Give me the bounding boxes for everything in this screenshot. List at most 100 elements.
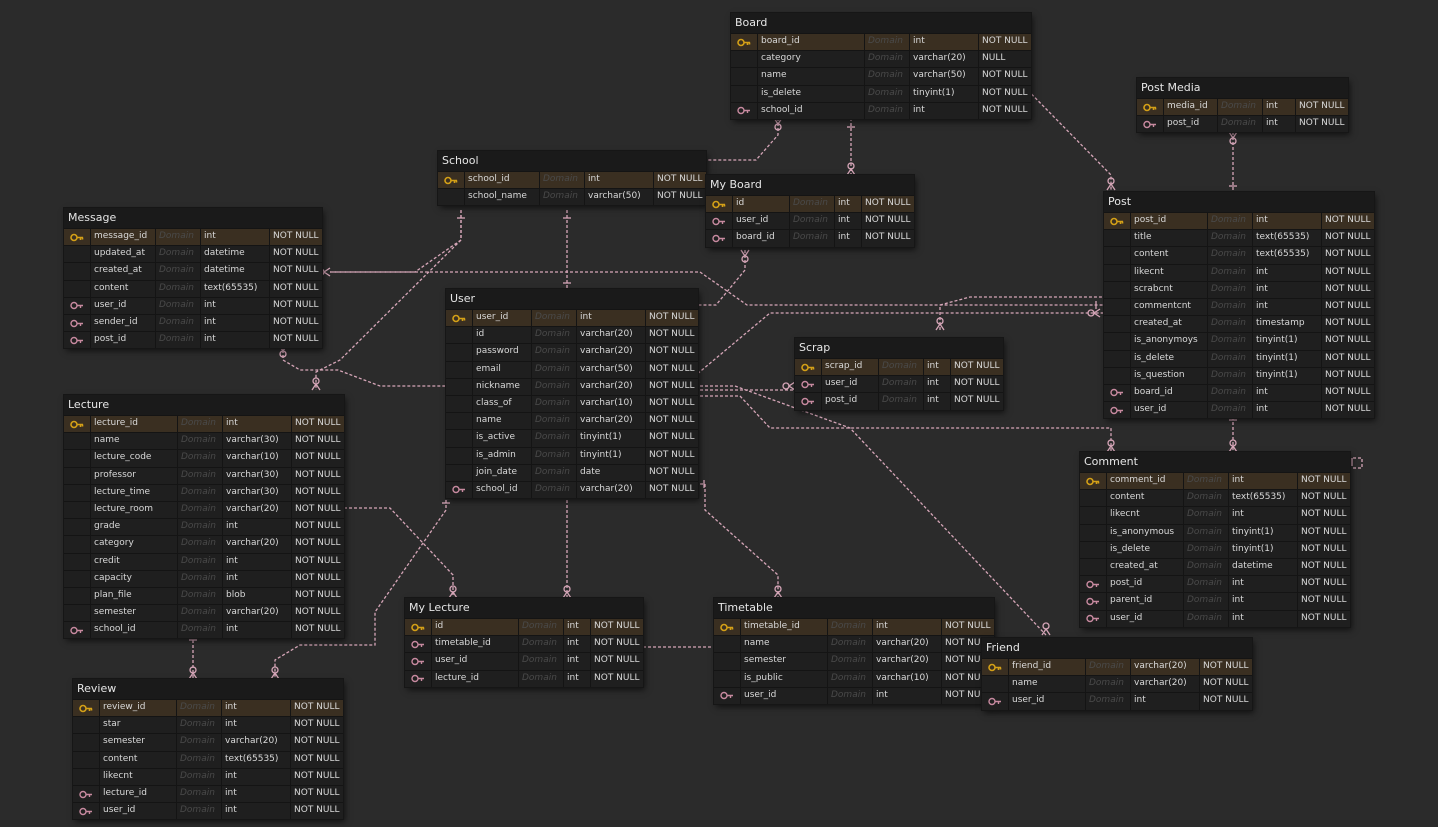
table-scrap[interactable]: Scrap scrap_id Domain int NOT NULL user_id Dom… — [795, 338, 1003, 410]
table-row[interactable]: category Domain varchar(20) NULL — [731, 50, 1031, 68]
table-title[interactable]: Friend — [982, 638, 1252, 658]
table-row[interactable]: commentcnt Domain int NOT NULL — [1104, 297, 1374, 316]
table-row[interactable]: lecture_time Domain varchar(30) NOT NULL — [64, 483, 344, 501]
table-title[interactable]: Board — [731, 13, 1031, 33]
table-row[interactable]: comment_id Domain int NOT NULL — [1080, 472, 1350, 490]
table-row[interactable]: timetable_id Domain int NOT NULL — [714, 618, 994, 636]
table-row[interactable]: id Domain int NOT NULL — [706, 195, 914, 213]
table-row[interactable]: category Domain varchar(20) NOT NULL — [64, 535, 344, 553]
table-row[interactable]: user_id Domain int NOT NULL — [1080, 609, 1350, 627]
table-row[interactable]: post_id Domain int NOT NULL — [795, 392, 1003, 410]
table-row[interactable]: user_id Domain int NOT NULL — [714, 686, 994, 704]
table-title[interactable]: My Lecture — [405, 598, 643, 618]
table-row[interactable]: scrap_id Domain int NOT NULL — [795, 358, 1003, 376]
table-row[interactable]: school_id Domain int NOT NULL — [731, 101, 1031, 119]
table-row[interactable]: is_active Domain tinyint(1) NOT NULL — [446, 429, 698, 447]
table-row[interactable]: is_admin Domain tinyint(1) NOT NULL — [446, 446, 698, 464]
table-row[interactable]: id Domain int NOT NULL — [405, 618, 643, 636]
table-board[interactable]: Board board_id Domain int NOT NULL category Do… — [731, 13, 1031, 119]
table-row[interactable]: is_question Domain tinyint(1) NOT NULL — [1104, 366, 1374, 384]
table-row[interactable]: user_id Domain int NOT NULL — [1104, 401, 1374, 419]
table-row[interactable]: is_delete Domain tinyint(1) NOT NULL — [1104, 349, 1374, 367]
table-row[interactable]: lecture_code Domain varchar(10) NOT NULL — [64, 449, 344, 467]
table-row[interactable]: board_id Domain int NOT NULL — [731, 33, 1031, 51]
table-row[interactable]: scrabcnt Domain int NOT NULL — [1104, 280, 1374, 298]
table-row[interactable]: is_public Domain varchar(10) NOT NULL — [714, 669, 994, 687]
table-timetable[interactable]: Timetable timetable_id Domain int NOT NULL na… — [714, 598, 994, 704]
table-row[interactable]: created_at Domain timestamp NOT NULL — [1104, 315, 1374, 333]
table-row[interactable]: user_id Domain int NOT NULL — [795, 375, 1003, 393]
table-row[interactable]: semester Domain varchar(20) NOT NULL — [73, 733, 343, 751]
table-my-board[interactable]: My Board id Domain int NOT NULL user_id Domain… — [706, 175, 914, 247]
table-row[interactable]: name Domain varchar(20) NOT NULL — [714, 635, 994, 653]
table-row[interactable]: user_id Domain int NOT NULL — [982, 692, 1252, 710]
table-post[interactable]: Post post_id Domain int NOT NULL title Domain t… — [1104, 192, 1374, 419]
table-row[interactable]: content Domain text(65535) NOT NULL — [1104, 246, 1374, 264]
table-row[interactable]: name Domain varchar(30) NOT NULL — [64, 432, 344, 450]
table-row[interactable]: lecture_id Domain int NOT NULL — [405, 669, 643, 687]
table-row[interactable]: created_at Domain datetime NOT NULL — [64, 262, 322, 280]
table-my-lecture[interactable]: My Lecture id Domain int NOT NULL timetable_i… — [405, 598, 643, 687]
table-row[interactable]: lecture_id Domain int NOT NULL — [73, 784, 343, 803]
table-comment[interactable]: Comment comment_id Domain int NOT NULL conten… — [1080, 452, 1350, 627]
table-school[interactable]: School school_id Domain int NOT NULL school_n… — [438, 151, 706, 206]
table-row[interactable]: plan_file Domain blob NOT NULL — [64, 586, 344, 605]
table-row[interactable]: board_id Domain int NOT NULL — [1104, 383, 1374, 402]
table-row[interactable]: post_id Domain int NOT NULL — [64, 331, 322, 349]
table-row[interactable]: join_date Domain date NOT NULL — [446, 463, 698, 481]
table-row[interactable]: class_of Domain varchar(10) NOT NULL — [446, 394, 698, 413]
table-row[interactable]: timetable_id Domain int NOT NULL — [405, 635, 643, 653]
table-title[interactable]: My Board — [706, 175, 914, 195]
table-row[interactable]: message_id Domain int NOT NULL — [64, 228, 322, 246]
table-title[interactable]: Lecture — [64, 395, 344, 415]
table-row[interactable]: credit Domain int NOT NULL — [64, 552, 344, 570]
table-row[interactable]: review_id Domain int NOT NULL — [73, 699, 343, 717]
table-row[interactable]: professor Domain varchar(30) NOT NULL — [64, 466, 344, 484]
table-row[interactable]: password Domain varchar(20) NOT NULL — [446, 343, 698, 361]
table-review[interactable]: Review review_id Domain int NOT NULL star Doma… — [73, 679, 343, 820]
table-row[interactable]: user_id Domain int NOT NULL — [73, 802, 343, 820]
table-row[interactable]: user_id Domain int NOT NULL — [405, 652, 643, 670]
table-row[interactable]: school_name Domain varchar(50) NOT NULL — [438, 188, 706, 206]
table-title[interactable]: School — [438, 151, 706, 171]
table-row[interactable]: school_id Domain int NOT NULL — [438, 171, 706, 189]
table-row[interactable]: title Domain text(65535) NOT NULL — [1104, 229, 1374, 247]
table-row[interactable]: school_id Domain varchar(20) NOT NULL — [446, 480, 698, 499]
table-title[interactable]: Comment — [1080, 452, 1350, 472]
table-row[interactable]: content Domain text(65535) NOT NULL — [73, 750, 343, 768]
table-row[interactable]: is_delete Domain tinyint(1) NOT NULL — [1080, 540, 1350, 558]
table-row[interactable]: content Domain text(65535) NOT NULL — [64, 279, 322, 297]
table-row[interactable]: board_id Domain int NOT NULL — [706, 229, 914, 247]
table-row[interactable]: is_anonymoys Domain tinyint(1) NOT NULL — [1104, 332, 1374, 350]
table-row[interactable]: name Domain varchar(20) NOT NULL — [446, 412, 698, 430]
table-title[interactable]: Post — [1104, 192, 1374, 212]
table-row[interactable]: media_id Domain int NOT NULL — [1137, 98, 1348, 116]
table-row[interactable]: grade Domain int NOT NULL — [64, 518, 344, 536]
table-row[interactable]: post_id Domain int NOT NULL — [1137, 115, 1348, 133]
table-row[interactable]: created_at Domain datetime NOT NULL — [1080, 557, 1350, 576]
table-row[interactable]: is_anonymous Domain tinyint(1) NOT NULL — [1080, 523, 1350, 541]
table-row[interactable]: is_delete Domain tinyint(1) NOT NULL — [731, 84, 1031, 102]
table-row[interactable]: user_id Domain int NOT NULL — [706, 212, 914, 230]
table-row[interactable]: post_id Domain int NOT NULL — [1104, 212, 1374, 230]
table-post-media[interactable]: Post Media media_id Domain int NOT NULL post_… — [1137, 78, 1348, 133]
table-row[interactable]: capacity Domain int NOT NULL — [64, 569, 344, 587]
table-row[interactable]: post_id Domain int NOT NULL — [1080, 575, 1350, 593]
table-row[interactable]: friend_id Domain varchar(20) NOT NULL — [982, 658, 1252, 676]
table-row[interactable]: name Domain varchar(20) NOT NULL — [982, 675, 1252, 693]
table-title[interactable]: Post Media — [1137, 78, 1348, 98]
table-row[interactable]: id Domain varchar(20) NOT NULL — [446, 326, 698, 344]
table-row[interactable]: user_id Domain int NOT NULL — [446, 309, 698, 327]
table-row[interactable]: nickname Domain varchar(20) NOT NULL — [446, 377, 698, 395]
table-lecture[interactable]: Lecture lecture_id Domain int NOT NULL name Do… — [64, 395, 344, 639]
table-title[interactable]: Review — [73, 679, 343, 699]
table-row[interactable]: email Domain varchar(50) NOT NULL — [446, 360, 698, 378]
table-user[interactable]: User user_id Domain int NOT NULL id Domain varc… — [446, 289, 698, 499]
table-row[interactable]: lecture_id Domain int NOT NULL — [64, 415, 344, 433]
table-row[interactable]: likecnt Domain int NOT NULL — [1080, 506, 1350, 524]
table-title[interactable]: Message — [64, 208, 322, 228]
table-title[interactable]: User — [446, 289, 698, 309]
table-row[interactable]: lecture_room Domain varchar(20) NOT NULL — [64, 500, 344, 519]
table-row[interactable]: user_id Domain int NOT NULL — [64, 296, 322, 314]
table-row[interactable]: semester Domain varchar(20) NOT NULL — [714, 652, 994, 670]
